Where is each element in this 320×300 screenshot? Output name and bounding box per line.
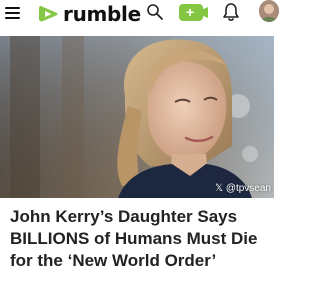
brand-name: rumble xyxy=(63,2,141,26)
avatar[interactable] xyxy=(259,0,279,22)
camera-lens-icon xyxy=(201,7,208,18)
search-icon[interactable] xyxy=(146,3,164,21)
upload-video-icon: + xyxy=(186,4,195,20)
image-credit: 𝕏 @tpvsean xyxy=(214,183,271,194)
portrait-photo xyxy=(0,36,274,198)
rumble-logo[interactable]: rumble xyxy=(36,2,141,26)
article-image[interactable]: 𝕏 @tpvsean xyxy=(0,36,274,198)
menu-icon[interactable] xyxy=(5,5,21,21)
bell-icon[interactable] xyxy=(221,2,241,22)
top-navigation-bar: rumble + xyxy=(0,0,279,30)
upload-video-button[interactable]: + xyxy=(179,4,208,21)
rumble-logo-icon xyxy=(39,6,58,22)
article-headline[interactable]: John Kerry’s Daughter Says BILLIONS of H… xyxy=(10,206,268,272)
